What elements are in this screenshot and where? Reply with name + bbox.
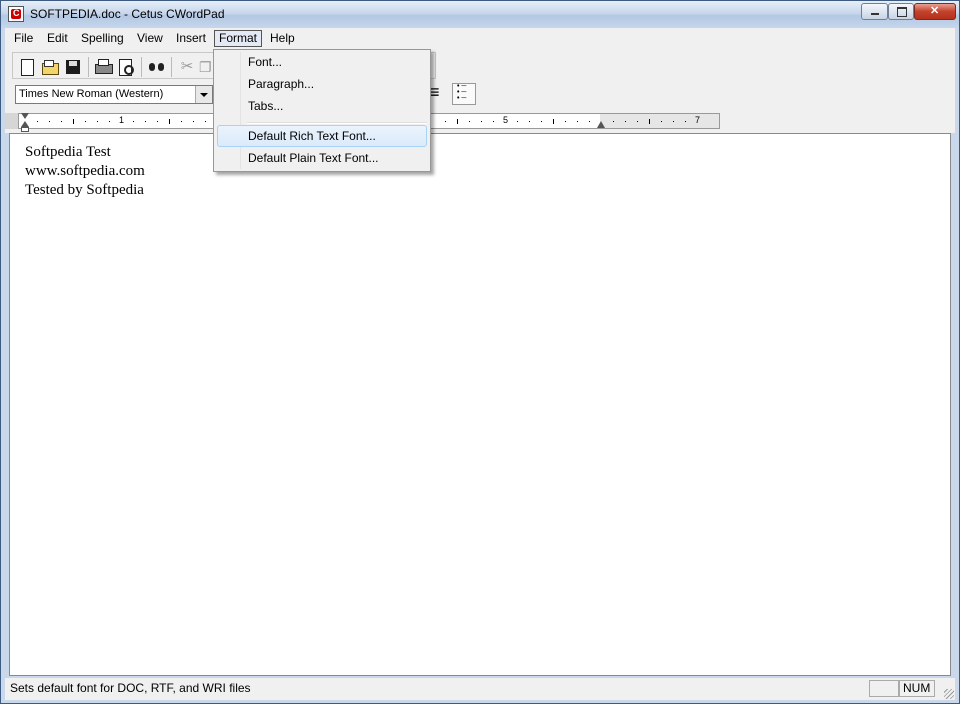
toolbar-separator (141, 57, 142, 77)
ruler-label-1: 1 (119, 115, 125, 125)
menu-bar: File Edit Spelling View Insert Format He… (5, 28, 955, 50)
new-document-icon[interactable] (17, 57, 37, 77)
menu-item-font[interactable]: Font... (217, 51, 427, 73)
font-name-combo[interactable]: Times New Roman (Western) (15, 85, 213, 104)
right-indent-marker[interactable] (597, 121, 605, 128)
status-bar: Sets default font for DOC, RTF, and WRI … (5, 678, 955, 700)
menu-format[interactable]: Format (214, 30, 263, 47)
ruler-margin-right (600, 114, 719, 128)
menu-edit[interactable]: Edit (43, 30, 72, 47)
format-dropdown-menu: Font... Paragraph... Tabs... Default Ric… (213, 49, 431, 172)
document-line[interactable]: Tested by Softpedia (25, 182, 144, 199)
document-editor[interactable]: Softpedia Test www.softpedia.com Tested … (9, 133, 951, 676)
toolbar-separator (88, 57, 89, 77)
first-line-indent-marker[interactable] (21, 113, 29, 119)
menu-item-paragraph[interactable]: Paragraph... (217, 73, 427, 95)
toolbar-separator (171, 57, 172, 77)
left-indent-box-marker[interactable] (21, 127, 29, 132)
menu-item-default-rich-text-font[interactable]: Default Rich Text Font... (217, 125, 427, 147)
save-disk-icon[interactable] (63, 57, 83, 77)
document-line[interactable]: www.softpedia.com (25, 163, 145, 180)
menu-insert[interactable]: Insert (172, 30, 210, 47)
app-icon[interactable] (8, 6, 24, 22)
chevron-down-icon[interactable] (195, 86, 212, 103)
find-binoculars-icon[interactable] (147, 57, 167, 77)
close-button[interactable] (914, 3, 956, 20)
bullets-icon[interactable] (452, 83, 476, 105)
print-preview-icon[interactable] (116, 57, 136, 77)
menu-file[interactable]: File (10, 30, 37, 47)
maximize-button[interactable] (888, 3, 914, 20)
num-lock-indicator: NUM (899, 680, 935, 697)
menu-separator (247, 122, 427, 124)
status-message: Sets default font for DOC, RTF, and WRI … (10, 681, 251, 695)
status-pane-empty (869, 680, 899, 697)
document-line[interactable]: Softpedia Test (25, 144, 111, 161)
cut-icon[interactable]: ✂ (177, 57, 197, 77)
window-title: SOFTPEDIA.doc - Cetus CWordPad (30, 7, 225, 21)
resize-grip-icon[interactable] (944, 689, 954, 699)
menu-item-default-plain-text-font[interactable]: Default Plain Text Font... (217, 147, 427, 169)
print-icon[interactable] (93, 57, 113, 77)
menu-spelling[interactable]: Spelling (77, 30, 128, 47)
copy-icon[interactable]: ❐ (199, 57, 211, 77)
minimize-button[interactable] (861, 3, 888, 20)
menu-help[interactable]: Help (266, 30, 299, 47)
ruler-label-5: 5 (503, 115, 509, 125)
title-bar[interactable]: SOFTPEDIA.doc - Cetus CWordPad (1, 1, 959, 28)
open-folder-icon[interactable] (40, 57, 60, 77)
ruler-margin-left (5, 113, 18, 129)
menu-view[interactable]: View (133, 30, 167, 47)
ruler-label-7: 7 (695, 115, 701, 125)
font-name-value: Times New Roman (Western) (19, 88, 164, 100)
menu-item-tabs[interactable]: Tabs... (217, 95, 427, 117)
app-window: SOFTPEDIA.doc - Cetus CWordPad File Edit… (0, 0, 960, 704)
